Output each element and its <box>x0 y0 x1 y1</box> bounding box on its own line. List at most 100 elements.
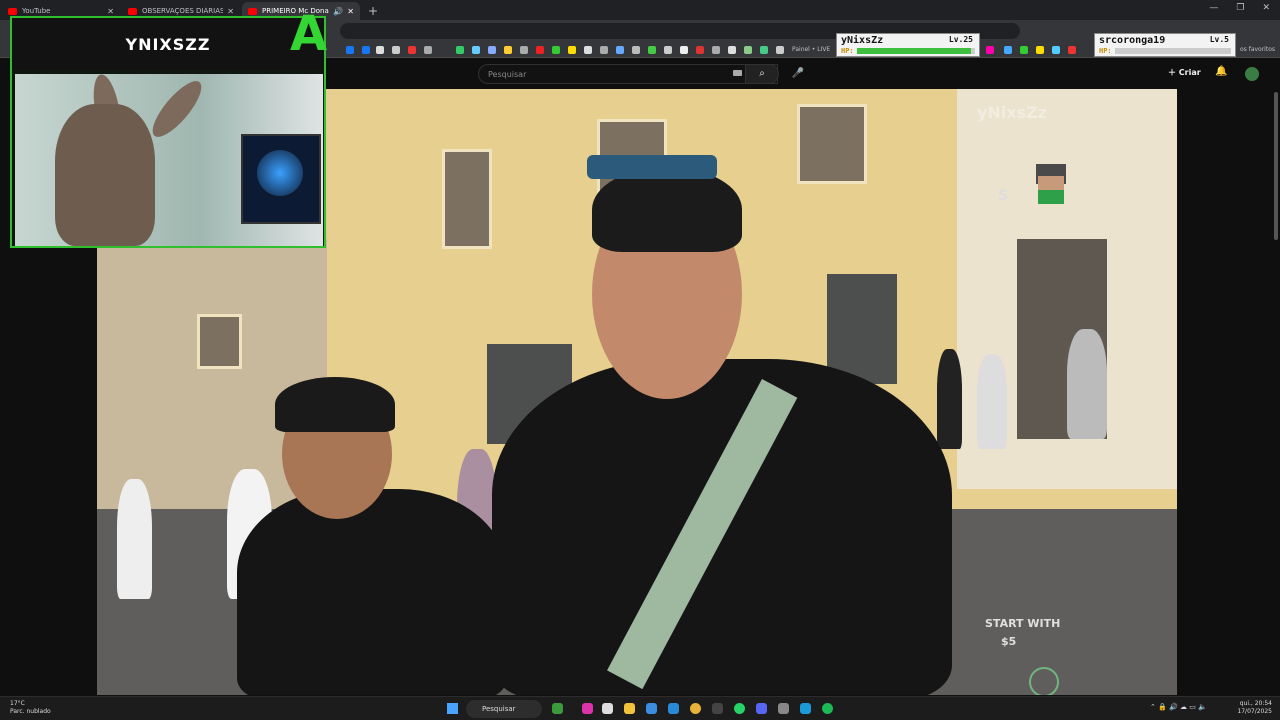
keyboard-icon[interactable] <box>733 70 742 76</box>
bookmark-icon[interactable] <box>488 46 496 54</box>
bookmark-icon[interactable] <box>712 46 720 54</box>
search-button[interactable]: ⌕ <box>745 64 779 84</box>
hp-player-name: yNixsZz <box>841 35 884 46</box>
streamer-name: YNIXSZZ <box>12 18 324 70</box>
hp-bar-track <box>1115 48 1231 54</box>
taskbar-search-label: Pesquisar <box>482 705 516 713</box>
shop-window <box>827 274 897 384</box>
bookmark-icon[interactable] <box>552 46 560 54</box>
app-icon[interactable] <box>552 703 563 714</box>
bookmark-icon[interactable] <box>392 46 400 54</box>
bookmark-icon[interactable] <box>584 46 592 54</box>
notifications-bell-icon[interactable]: 🔔 <box>1215 66 1227 77</box>
bookmark-icon[interactable] <box>536 46 544 54</box>
hp-box-srcoronga19: srcoronga19 Lv.5 HP: <box>1094 33 1236 57</box>
app-icon[interactable] <box>582 703 593 714</box>
bookmark-icon[interactable] <box>776 46 784 54</box>
bookmark-icon[interactable] <box>472 46 480 54</box>
window-shutter <box>797 104 867 184</box>
bookmark-icon[interactable] <box>664 46 672 54</box>
bystander <box>977 354 1007 449</box>
bystander <box>117 479 152 599</box>
facebook-icon[interactable] <box>362 46 370 54</box>
bookmark-icon[interactable] <box>600 46 608 54</box>
bookmark-icon[interactable] <box>986 46 994 54</box>
chrome-icon[interactable] <box>690 703 701 714</box>
bookmark-icon[interactable] <box>648 46 656 54</box>
minimize-icon[interactable]: — <box>1209 3 1218 13</box>
app-icon[interactable] <box>646 703 657 714</box>
app-icon[interactable] <box>712 703 723 714</box>
channel-logo: A <box>290 6 328 62</box>
close-window-icon[interactable]: ✕ <box>1262 3 1270 13</box>
microphone-icon[interactable]: 🎤 <box>789 65 807 83</box>
steam-icon[interactable] <box>800 703 811 714</box>
x-icon[interactable] <box>376 46 384 54</box>
create-button[interactable]: ＋ Criar <box>1168 67 1201 78</box>
bookmark-icon[interactable] <box>424 46 432 54</box>
tab-title: YouTube <box>22 7 51 15</box>
spotify-icon[interactable] <box>822 703 833 714</box>
taskbar-search[interactable]: Pesquisar <box>466 700 542 718</box>
youtube-favicon-icon <box>8 7 17 15</box>
window-shutter <box>442 149 492 249</box>
bookmark-icon[interactable] <box>616 46 624 54</box>
whatsapp-icon[interactable] <box>734 703 745 714</box>
create-label: Criar <box>1178 68 1201 77</box>
maximize-icon[interactable]: ❐ <box>1236 3 1244 13</box>
new-tab-button[interactable]: + <box>368 2 378 20</box>
bookmark-all-favorites[interactable]: os favoritos <box>1240 46 1275 53</box>
window-controls: — ❐ ✕ <box>1209 3 1270 13</box>
bookmark-icon[interactable] <box>760 46 768 54</box>
promo-text-line2: $5 <box>1001 635 1017 648</box>
bookmark-icon[interactable] <box>1068 46 1076 54</box>
sunglasses <box>587 155 717 179</box>
weather-desc: Parc. nublado <box>10 708 51 715</box>
bookmark-icon[interactable] <box>1036 46 1044 54</box>
hp-player-level: Lv.25 <box>948 35 973 44</box>
weather-widget[interactable]: 17°C Parc. nublado <box>10 700 51 716</box>
file-explorer-icon[interactable] <box>624 703 635 714</box>
bookmark-icon[interactable] <box>456 46 464 54</box>
donkey-avatar <box>55 104 155 246</box>
bookmark-icon[interactable] <box>1020 46 1028 54</box>
bookmark-icon[interactable] <box>632 46 640 54</box>
person-left-cap <box>275 377 395 432</box>
bookmark-painel-live[interactable]: Painel • LIVE <box>792 46 830 53</box>
scrollbar[interactable] <box>1274 92 1278 240</box>
app-icon[interactable] <box>778 703 789 714</box>
avatar[interactable] <box>1245 67 1259 81</box>
close-tab-icon[interactable]: ✕ <box>107 7 114 16</box>
bookmark-icon[interactable] <box>520 46 528 54</box>
clock-date: 17/07/2025 <box>1237 708 1272 715</box>
close-tab-icon[interactable]: ✕ <box>227 7 234 16</box>
youtube-favicon-icon <box>128 7 137 15</box>
promo-text-line1: START WITH <box>985 617 1061 630</box>
streamer-camera-overlay: YNIXSZZ <box>10 16 326 248</box>
discord-icon[interactable] <box>756 703 767 714</box>
bookmark-icon[interactable] <box>504 46 512 54</box>
close-tab-icon[interactable]: ✕ <box>347 7 354 16</box>
bookmark-icon[interactable] <box>680 46 688 54</box>
bookmark-icon[interactable] <box>728 46 736 54</box>
hp-bar-fill <box>857 48 972 54</box>
pixel-character-icon: S <box>998 162 1072 206</box>
bookmark-icon[interactable] <box>568 46 576 54</box>
bookmark-icon[interactable] <box>1052 46 1060 54</box>
bookmark-icon[interactable] <box>744 46 752 54</box>
system-tray[interactable]: ⌃ 🔒 🔊 ☁ ▭ 🔈 <box>1150 703 1207 711</box>
page-background-right <box>1177 89 1280 696</box>
facebook-icon[interactable] <box>346 46 354 54</box>
taskbar-clock[interactable]: qui., 20:54 17/07/2025 <box>1237 700 1272 716</box>
bystander <box>937 349 962 449</box>
tab-title: OBSERVAÇÕES DIÁRIAS (EP. 2... <box>142 7 224 15</box>
app-icon[interactable] <box>602 703 613 714</box>
audio-icon[interactable]: 🔊 <box>333 7 343 16</box>
edge-icon[interactable] <box>668 703 679 714</box>
bookmark-icon[interactable] <box>1004 46 1012 54</box>
windows-start-icon[interactable] <box>447 703 458 714</box>
donkey-ear-right <box>145 74 209 144</box>
hp-box-ynixszz: yNixsZz Lv.25 HP: <box>836 33 980 57</box>
bookmark-icon[interactable] <box>696 46 704 54</box>
bookmark-icon[interactable] <box>408 46 416 54</box>
